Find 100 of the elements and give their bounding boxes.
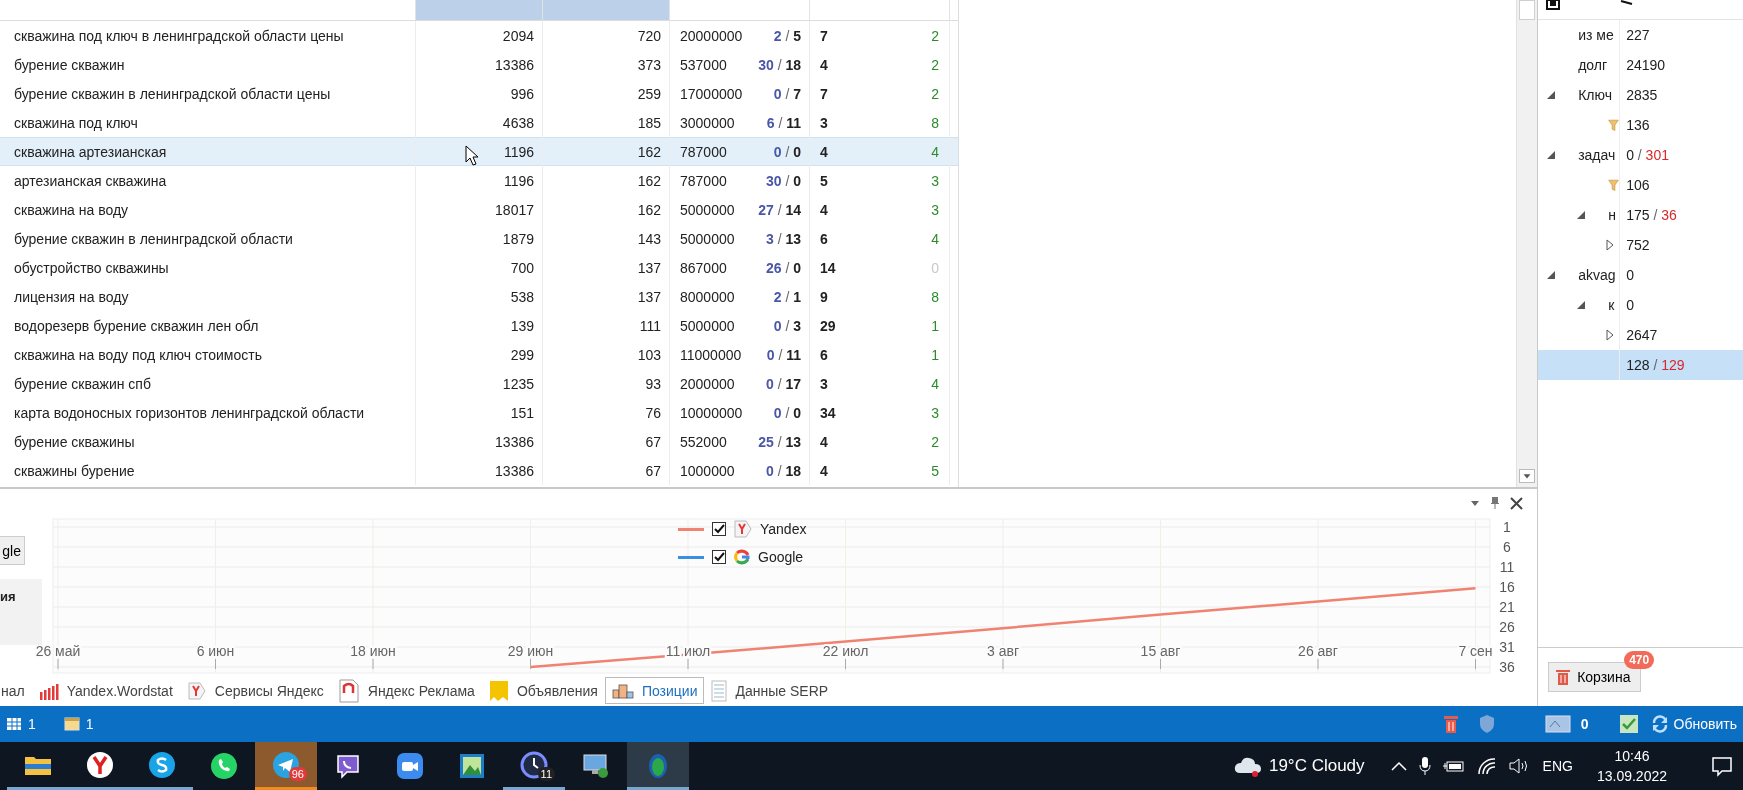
table-cell: 13386 bbox=[416, 50, 543, 79]
table-cell: 7 bbox=[820, 27, 828, 44]
table-row[interactable]: водорезерв бурение скважин лен обл 139 111 5000000 0 / 3 29 1 bbox=[0, 311, 958, 340]
tab[interactable]: Объявления bbox=[481, 677, 605, 704]
table-row[interactable]: скважина под ключ в ленинградской области цены 2094 720 20000000 2 / 5 7 2 bbox=[0, 21, 958, 50]
table-row[interactable]: бурение скважины 13386 67 552000 25 / 13 4 2 bbox=[0, 427, 958, 456]
tree-item[interactable]: akvag 0 bbox=[1538, 260, 1743, 290]
table-row[interactable]: скважина на воду 18017 162 5000000 27 / 14 4 3 bbox=[0, 195, 958, 224]
x-tick-label: 6 июн bbox=[196, 643, 235, 659]
table-cell: 5 bbox=[820, 172, 828, 189]
ratio-text: 0 / 0 bbox=[773, 404, 801, 421]
x-tick-label: 29 июн bbox=[507, 643, 554, 659]
scrollbar[interactable] bbox=[1516, 0, 1538, 487]
checkbox[interactable] bbox=[712, 550, 726, 564]
table-cell: 1000000 bbox=[680, 462, 735, 479]
ratio-text: 0 / 3 bbox=[773, 317, 801, 334]
table-row[interactable]: скважины бурение 13386 67 1000000 0 / 18 4 5 bbox=[0, 456, 958, 485]
table-cell: лицензия на воду bbox=[0, 282, 416, 311]
tree-label: задач bbox=[1578, 147, 1616, 163]
expanded-icon[interactable] bbox=[1576, 300, 1587, 310]
ratio-text: 6 / 11 bbox=[766, 114, 801, 131]
table-cell: 76 bbox=[543, 398, 670, 427]
scroll-thumb[interactable] bbox=[1519, 0, 1536, 20]
table-row[interactable]: скважина на воду под ключ стоимость 299 103 11000000 0 / 11 6 1 bbox=[0, 340, 958, 369]
table-cell: 3000000 bbox=[680, 114, 735, 131]
ratio-text: 26 / 0 bbox=[765, 259, 801, 276]
refresh-button[interactable]: Обновить bbox=[1650, 715, 1737, 733]
table-cell: 259 bbox=[543, 79, 670, 108]
tab[interactable]: Позиции bbox=[604, 677, 705, 704]
table-row[interactable]: бурение скважин 13386 373 537000 30 / 18 4 2 bbox=[0, 50, 958, 79]
tree-item[interactable]: 128 / 129 bbox=[1538, 350, 1743, 380]
tree-item[interactable]: 752 bbox=[1538, 230, 1743, 260]
expanded-icon[interactable] bbox=[1546, 150, 1557, 160]
trash-icon bbox=[1555, 668, 1572, 686]
refresh-icon bbox=[1650, 715, 1669, 733]
tree-item[interactable]: долг 24190 bbox=[1538, 50, 1743, 80]
expanded-icon[interactable] bbox=[1546, 270, 1557, 280]
status-count: 0 bbox=[1580, 716, 1589, 732]
table-cell-text: 3 bbox=[931, 201, 940, 218]
close-icon[interactable] bbox=[1510, 496, 1524, 510]
tree-item[interactable]: к 0 bbox=[1538, 290, 1743, 320]
tree-item[interactable]: 136 bbox=[1538, 110, 1743, 140]
collapsed-icon[interactable] bbox=[1606, 239, 1615, 251]
y-axis: 1 6 11 16 21 26 31 36 bbox=[1499, 519, 1515, 675]
clock-time[interactable]: 10:46 bbox=[1614, 746, 1650, 766]
table-cell: 2094 bbox=[416, 21, 543, 50]
tab[interactable]: Yandex.Wordstat bbox=[31, 677, 180, 704]
tree-item[interactable]: Ключ 2835 bbox=[1538, 80, 1743, 110]
table-cell: скважины бурение bbox=[0, 456, 416, 485]
table-row[interactable]: карта водоносных горизонтов ленинградской области 151 76 10000000 0 / 0 34 3 bbox=[0, 398, 958, 427]
table-cell: 5000000 bbox=[680, 317, 735, 334]
trash-icon[interactable] bbox=[1442, 714, 1459, 734]
table-row[interactable]: бурение скважин в ленинградской области 1879 143 5000000 3 / 13 6 4 bbox=[0, 224, 958, 253]
chevron-up-icon[interactable] bbox=[1390, 761, 1407, 771]
tab[interactable]: Яндекс Реклама bbox=[330, 677, 482, 704]
checkbox[interactable] bbox=[712, 522, 726, 536]
table-row[interactable]: лицензия на воду 538 137 8000000 2 / 1 9 8 bbox=[0, 282, 958, 311]
tab[interactable]: Данные SERP bbox=[704, 677, 836, 704]
tab[interactable]: нал bbox=[0, 677, 32, 704]
table-row[interactable]: скважина артезианская 1196 162 787000 0 / 0 4 4 bbox=[0, 137, 958, 166]
ratio-text: 0 / 11 bbox=[766, 346, 801, 363]
scroll-down-icon[interactable] bbox=[1519, 469, 1536, 483]
expanded-icon[interactable] bbox=[1546, 90, 1557, 100]
table-cell-text: 3 bbox=[931, 404, 940, 421]
table-row[interactable]: бурение скважин спб 1235 93 2000000 0 / 17 3 4 bbox=[0, 369, 958, 398]
table-cell: 5000000 bbox=[680, 230, 735, 247]
tree-item[interactable]: 106 bbox=[1538, 170, 1743, 200]
collapsed-icon[interactable] bbox=[1606, 329, 1615, 341]
table-row[interactable]: артезианская скважина 1196 162 787000 30 / 0 5 3 bbox=[0, 166, 958, 195]
dropdown-icon[interactable] bbox=[1470, 499, 1481, 507]
microphone-icon[interactable] bbox=[1418, 756, 1431, 776]
tree-value: 2835 bbox=[1625, 87, 1658, 103]
table-cell: 67 bbox=[543, 427, 670, 456]
chat-app-icon bbox=[147, 749, 177, 780]
taskbar-button[interactable]: 11 bbox=[503, 742, 565, 790]
language-indicator[interactable]: ENG bbox=[1542, 758, 1573, 774]
tab[interactable]: Сервисы Яндекс bbox=[179, 677, 331, 704]
clock-date[interactable]: 13.09.2022 bbox=[1596, 766, 1667, 786]
tree-item[interactable]: н 175 / 36 bbox=[1538, 200, 1743, 230]
table-cell: скважина на воду под ключ стоимость bbox=[0, 340, 416, 369]
x-tick-label: 3 авг bbox=[986, 643, 1020, 659]
table-row[interactable]: бурение скважин в ленинградской области цены 996 259 17000000 0 / 7 7 2 bbox=[0, 79, 958, 108]
google-button[interactable]: gle bbox=[0, 536, 25, 565]
pin-icon[interactable] bbox=[1490, 496, 1501, 510]
table-cell: 787000 bbox=[680, 143, 727, 160]
battery-icon[interactable] bbox=[1442, 759, 1465, 773]
table-cell: 552000 bbox=[680, 433, 727, 450]
tree-item[interactable]: из ме 227 bbox=[1538, 20, 1743, 50]
expanded-icon[interactable] bbox=[1576, 210, 1587, 220]
table-cell: 537000 bbox=[680, 56, 727, 73]
tree-item[interactable]: задач 0 / 301 bbox=[1538, 140, 1743, 170]
x-tick-label: 7 сен bbox=[1458, 643, 1493, 659]
weather-text[interactable]: 19°C Cloudy bbox=[1268, 756, 1365, 776]
taskbar-button[interactable]: 96 bbox=[255, 742, 317, 790]
notification-icon[interactable] bbox=[1711, 755, 1733, 777]
tag-icon bbox=[186, 680, 207, 701]
bar-chart-icon bbox=[38, 681, 59, 700]
table-cell-text: 2 bbox=[931, 85, 940, 102]
wifi-icon[interactable] bbox=[1476, 757, 1497, 775]
chevron-icon[interactable] bbox=[1620, 0, 1635, 8]
